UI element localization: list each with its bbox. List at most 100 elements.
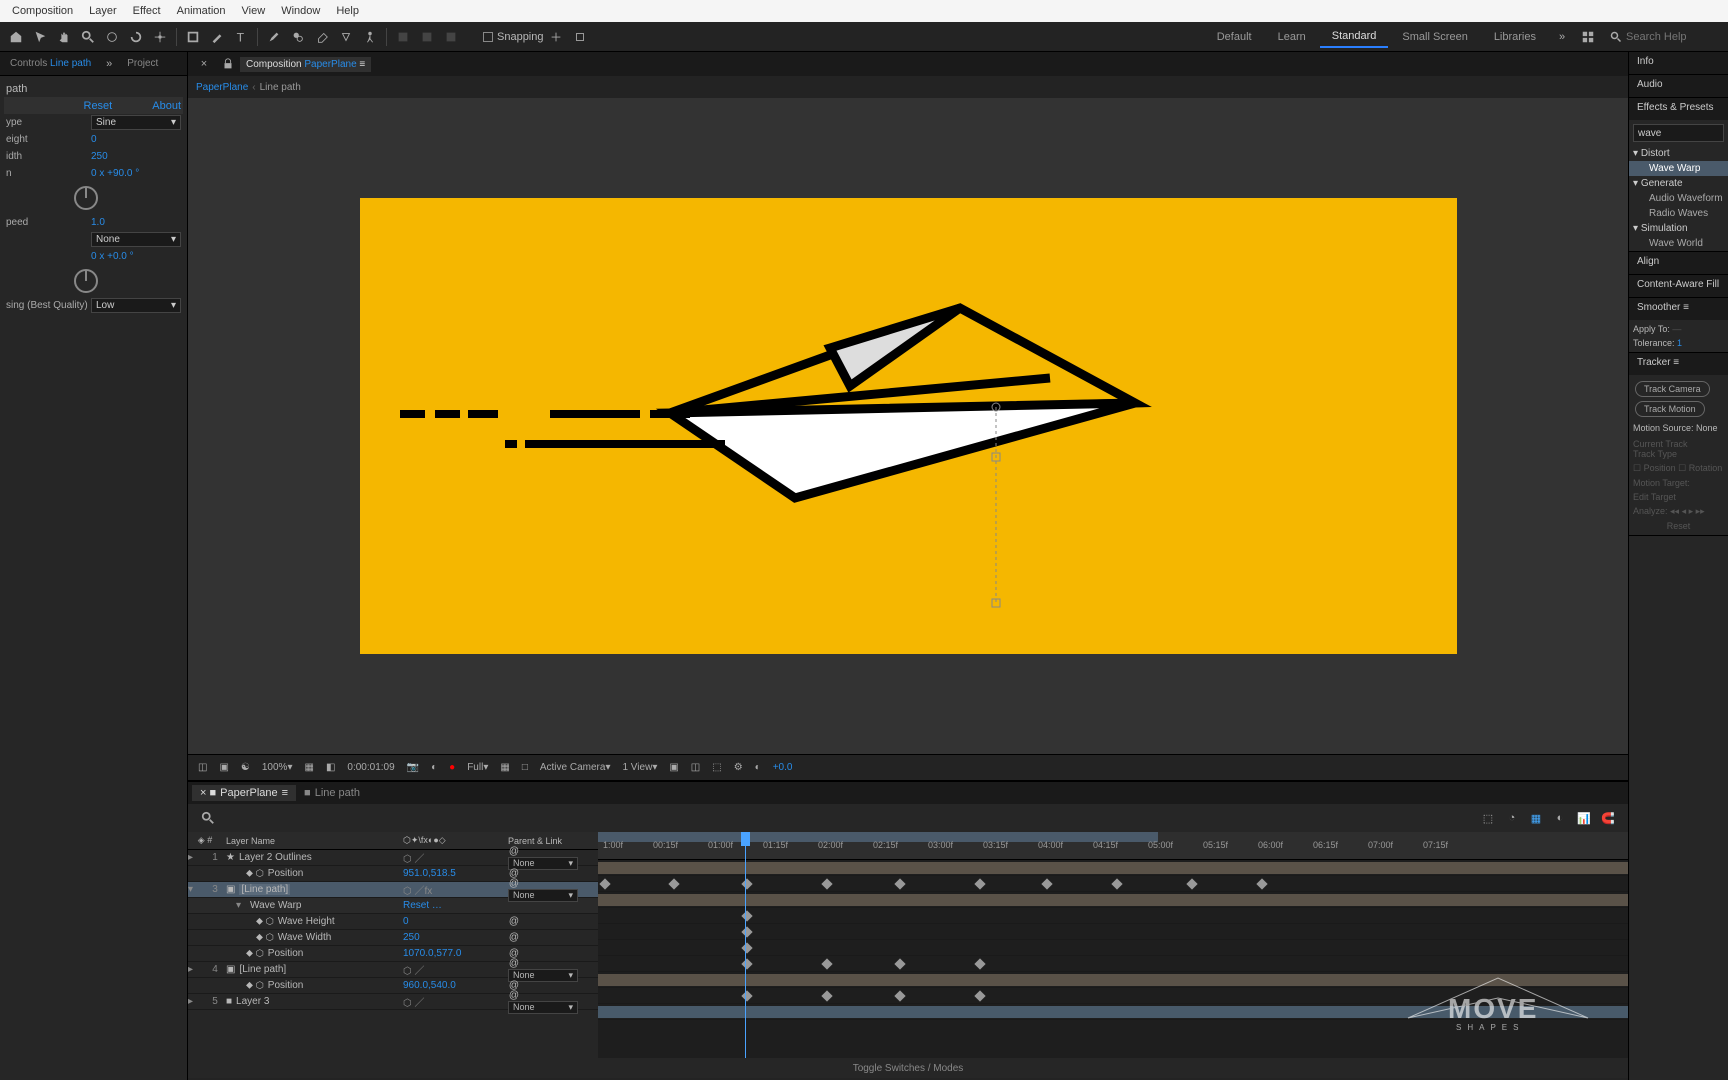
effect-reset[interactable]: Reset (403, 900, 429, 911)
toggle-mask-icon[interactable]: ▣ (213, 762, 234, 773)
keyframe[interactable] (821, 878, 832, 889)
effects-presets-panel[interactable]: Effects & Presets (1629, 98, 1728, 120)
track-camera-button[interactable]: Track Camera (1635, 381, 1710, 397)
composition-tab[interactable]: Composition PaperPlane ≡ (240, 57, 371, 72)
pickwhip-icon[interactable]: @ (508, 932, 520, 944)
zoom-tool-icon[interactable] (77, 26, 99, 48)
exposure-value[interactable]: +0.0 (767, 762, 799, 773)
pen-tool-icon[interactable] (206, 26, 228, 48)
channel-icon[interactable]: ◐ (425, 762, 443, 773)
text-tool-icon[interactable]: T (230, 26, 252, 48)
keyframe[interactable] (974, 958, 985, 969)
selection-tool-icon[interactable] (29, 26, 51, 48)
tl-frame-blend-icon[interactable]: ▦ (1525, 807, 1547, 829)
menu-view[interactable]: View (234, 5, 274, 17)
rect-tool-icon[interactable] (182, 26, 204, 48)
workspace-libraries[interactable]: Libraries (1482, 27, 1548, 47)
puppet-tool-icon[interactable] (359, 26, 381, 48)
view-opt1-icon[interactable]: ▣ (663, 762, 684, 773)
wave-type-dropdown[interactable]: Sine▾ (91, 115, 181, 130)
safe-icon[interactable]: ◧ (320, 762, 341, 773)
keyframe[interactable] (741, 910, 752, 921)
playhead[interactable] (745, 832, 746, 1058)
wave-height-value[interactable]: 0 (91, 134, 181, 145)
lock-icon[interactable] (217, 53, 239, 75)
reset-link[interactable]: Reset (84, 100, 113, 112)
wave-height-val[interactable]: 0 (403, 916, 508, 927)
position-prop[interactable]: ⬥ ⬡ Position (222, 868, 403, 879)
keyframe[interactable] (1041, 878, 1052, 889)
antialias-dropdown[interactable]: Low▾ (91, 298, 181, 313)
position-value[interactable]: 951.0,518.5 (403, 868, 508, 879)
toggle-switches-modes[interactable]: Toggle Switches / Modes (188, 1058, 1628, 1078)
wave-height-prop[interactable]: ⬥ ⬡ Wave Height (222, 916, 403, 927)
keyframe[interactable] (974, 990, 985, 1001)
fx-cat-distort[interactable]: ▾ Distort (1629, 146, 1728, 161)
project-tab[interactable]: Project (121, 56, 164, 71)
info-panel[interactable]: Info (1629, 52, 1728, 74)
composition-canvas[interactable] (360, 198, 1457, 654)
wave-width-prop[interactable]: ⬥ ⬡ Wave Width (222, 932, 403, 943)
position-prop-3[interactable]: ⬥ ⬡ Position (222, 980, 403, 991)
wave-warp-effect[interactable]: ▾ Wave Warp (222, 900, 403, 911)
home-icon[interactable] (5, 26, 27, 48)
direction-dial[interactable] (74, 186, 98, 210)
keyframe[interactable] (668, 878, 679, 889)
tl-search-icon[interactable] (197, 807, 219, 829)
line-path-layer[interactable]: ▣ [Line path] (222, 884, 403, 895)
keyframe[interactable] (821, 990, 832, 1001)
parent-dropdown[interactable]: None▾ (508, 1001, 578, 1014)
brush-tool-icon[interactable] (263, 26, 285, 48)
toggle-alpha-icon[interactable]: ◫ (192, 762, 213, 773)
menu-animation[interactable]: Animation (169, 5, 234, 17)
track-motion-button[interactable]: Track Motion (1635, 401, 1705, 417)
wave-width-value[interactable]: 250 (91, 151, 181, 162)
smoother-panel[interactable]: Smoother ≡ (1629, 298, 1728, 320)
view-opt5-icon[interactable]: ◐ (749, 762, 767, 773)
timecode-display[interactable]: 0:00:01:09 (341, 762, 400, 773)
zoom-dropdown[interactable]: 100% ▾ (256, 762, 299, 773)
wave-speed-value[interactable]: 1.0 (91, 217, 181, 228)
workspace-grid-icon[interactable] (1577, 26, 1599, 48)
breadcrumb-main[interactable]: PaperPlane (196, 82, 248, 93)
content-aware-panel[interactable]: Content-Aware Fill (1629, 275, 1728, 297)
effects-search-input[interactable] (1638, 128, 1728, 139)
keyframe[interactable] (599, 878, 610, 889)
panel-overflow-icon[interactable]: » (98, 53, 120, 75)
snap-opt1-icon[interactable] (545, 26, 567, 48)
keyframe[interactable] (741, 942, 752, 953)
parent-dropdown[interactable]: None▾ (508, 889, 578, 902)
pickwhip-icon[interactable]: @ (508, 845, 520, 857)
menu-layer[interactable]: Layer (81, 5, 125, 17)
workspace-small-screen[interactable]: Small Screen (1390, 27, 1479, 47)
camera-dropdown[interactable]: Active Camera ▾ (534, 762, 617, 773)
tracker-panel[interactable]: Tracker ≡ (1629, 353, 1728, 375)
color-icon[interactable]: ● (443, 762, 461, 773)
timeline-tracks[interactable]: 1:00f 00:15f 01:00f 01:15f 02:00f 02:15f… (598, 832, 1628, 1058)
keyframe[interactable] (741, 990, 752, 1001)
fx-wave-world[interactable]: Wave World (1629, 236, 1728, 251)
menu-help[interactable]: Help (328, 5, 367, 17)
toggle-rgb-icon[interactable]: ☯ (235, 762, 256, 773)
position-val-2[interactable]: 1070.0,577.0 (403, 948, 508, 959)
tl-shy-icon[interactable]: ◔ (1501, 807, 1523, 829)
workspace-default[interactable]: Default (1205, 27, 1264, 47)
keyframe[interactable] (821, 958, 832, 969)
tl-graph-icon[interactable]: 📊 (1573, 807, 1595, 829)
eraser-tool-icon[interactable] (311, 26, 333, 48)
pickwhip-icon[interactable]: @ (508, 989, 520, 1001)
layer-2-outlines[interactable]: ★ Layer 2 Outlines (222, 852, 403, 863)
close-comp-icon[interactable]: × (193, 53, 215, 75)
timeline-tab-paperplane[interactable]: × ■ PaperPlane ≡ (192, 785, 296, 801)
snap-opt2-icon[interactable] (569, 26, 591, 48)
phase-value[interactable]: 0 x +0.0 ° (91, 251, 181, 262)
keyframe[interactable] (894, 878, 905, 889)
timeline-tab-linepath[interactable]: ■ Line path (296, 785, 368, 801)
effect-controls-tab[interactable]: Controls Line path (4, 56, 97, 71)
rotate-tool-icon[interactable] (125, 26, 147, 48)
pinning-dropdown[interactable]: None▾ (91, 232, 181, 247)
pickwhip-icon[interactable]: @ (508, 877, 520, 889)
keyframe[interactable] (894, 958, 905, 969)
hand-tool-icon[interactable] (53, 26, 75, 48)
align-panel[interactable]: Align (1629, 252, 1728, 274)
